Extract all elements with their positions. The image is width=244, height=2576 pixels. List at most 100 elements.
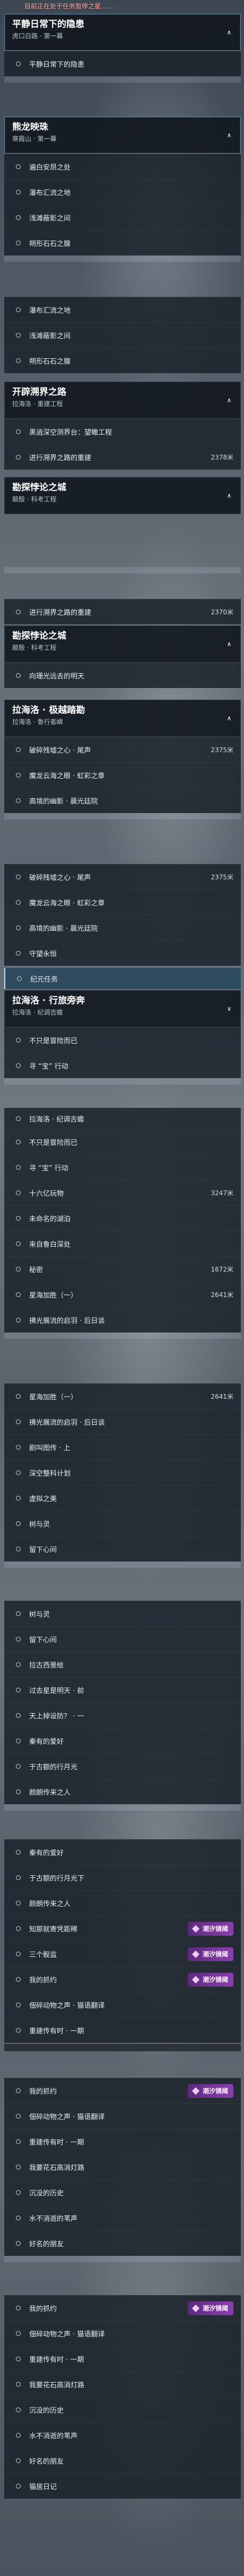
quest-item[interactable]: 秘密 1672米 — [4, 1256, 241, 1282]
quest-item[interactable]: 剧叫图传 · 上 — [4, 1434, 241, 1460]
quest-item[interactable]: 瀑布汇流之地 — [4, 297, 241, 322]
circle-bullet-icon — [16, 798, 21, 803]
quest-item[interactable]: 佃碎动物之声 · 猫语翻译 — [4, 2103, 241, 2129]
quest-item[interactable]: 留下心间 — [4, 1626, 241, 1652]
quest-item[interactable]: 树与灵 — [4, 1601, 241, 1626]
quest-item[interactable]: 平静日常下的隐患 — [4, 51, 241, 76]
quest-item[interactable]: 寻 “宝” 行动 — [4, 1154, 241, 1180]
quest-item[interactable]: 重建传有时 · 一期 — [4, 2017, 241, 2043]
quest-chapter-card[interactable]: 勘探悖论之城 颠殷 · 科考工程 ∧ — [4, 477, 241, 514]
circle-bullet-icon — [16, 2306, 21, 2310]
quest-item[interactable]: 星海加胜（一） 2641米 — [4, 1383, 241, 1409]
quest-item[interactable]: 虚拟之美 — [4, 1485, 241, 1511]
quest-chapter-card[interactable]: 勘探悖论之城 颠殷 · 科考工程 ∧ — [4, 625, 241, 663]
quest-item[interactable]: 深空整科计划 — [4, 1460, 241, 1485]
quest-item[interactable]: 浅滩蔽影之间 — [4, 322, 241, 348]
quest-item[interactable]: 进行溯界之路的重建 2370米 — [4, 599, 241, 624]
quest-item[interactable]: 寻 “宝” 行动 — [4, 1053, 241, 1078]
quest-item[interactable]: 沉没的历史 — [4, 2180, 241, 2205]
section-divider — [4, 1562, 241, 1568]
quest-item[interactable]: 高境的幽影 · 晨光廷院 — [4, 788, 241, 813]
chevron-icon[interactable]: ∧ — [225, 396, 233, 404]
quest-item[interactable]: 朔形石石之腺 — [4, 230, 241, 255]
quest-item[interactable]: 树与灵 — [4, 1511, 241, 1536]
event-badge: 潮汐镜阈 — [187, 1921, 233, 1936]
quest-item-label: 寻 “宝” 行动 — [29, 1165, 68, 1172]
quest-item[interactable]: 纪元任务 — [4, 968, 241, 989]
quest-item[interactable]: 我的抓约 潮汐镜阈 — [4, 2295, 241, 2321]
quest-item[interactable]: 过去星是明天 · 前 — [4, 1677, 241, 1702]
circle-bullet-icon — [16, 1318, 21, 1322]
quest-item[interactable]: 魔龙云海之眼 · 虹彩之章 — [4, 889, 241, 915]
chevron-icon[interactable]: ∨ — [225, 1005, 233, 1012]
quest-item[interactable]: 不只是冒险而已 — [4, 1129, 241, 1154]
quest-item[interactable]: 我的抓约 潮汐镜阈 — [4, 1966, 241, 1992]
quest-item[interactable]: 知那就寄凭距稀 潮汐镜阈 — [4, 1916, 241, 1941]
quest-item[interactable]: 水不消逝的苇声 — [4, 2422, 241, 2448]
quest-item[interactable]: 好名的朋友 — [4, 2448, 241, 2473]
quest-item-label: 进行溯界之路的重建 — [29, 454, 92, 462]
quest-item[interactable]: 我要花石高消灯路 — [4, 2371, 241, 2397]
chevron-icon[interactable]: ∧ — [225, 131, 233, 139]
quest-chapter-card[interactable]: 开辟溯界之路 拉海洛 · 重建工程 ∧ — [4, 382, 241, 419]
quest-item-label: 守望永恒 — [29, 950, 57, 958]
quest-item[interactable]: 不只是冒险而已 — [4, 1027, 241, 1053]
quest-item[interactable]: 进行溯界之路的重建 2378米 — [4, 444, 241, 470]
quest-item[interactable]: 于古额的行月光 — [4, 1753, 241, 1779]
quest-item[interactable]: 重建传有时 · 一期 — [4, 2129, 241, 2154]
quest-item[interactable]: 我要花石高消灯路 — [4, 2154, 241, 2180]
quest-item[interactable]: 佃碎动物之声 · 猫语翻译 — [4, 2321, 241, 2346]
quest-item[interactable]: 佃碎动物之声 · 猫语翻译 — [4, 1992, 241, 2017]
quest-item[interactable]: 秦有的爱好 — [4, 1839, 241, 1865]
quest-item[interactable]: 瀑布汇流之地 — [4, 179, 241, 205]
circle-bullet-icon — [16, 1850, 21, 1855]
quest-item[interactable]: 拂光展流的启羽 · 后日谈 — [4, 1307, 241, 1333]
chevron-icon[interactable]: ∧ — [225, 714, 233, 722]
quest-item-label: 剧叫图传 · 上 — [29, 1444, 71, 1452]
quest-item[interactable]: 三个骰监 潮汐镜阈 — [4, 1941, 241, 1966]
quest-item[interactable]: 秦有的爱好 — [4, 1728, 241, 1753]
quest-item[interactable]: 遍白安昂之处 — [4, 154, 241, 179]
quest-item[interactable]: 来自鲁白深处 — [4, 1231, 241, 1256]
quest-item-label: 好名的朋友 — [29, 2240, 64, 2248]
quest-chapter-card[interactable]: 拉海洛 · 行旅旁奔 拉海洛 · 纪调吉蟾 ∨ — [4, 990, 241, 1027]
quest-item[interactable]: 破碎残墟之心 · 尾声 2375米 — [4, 737, 241, 762]
circle-bullet-icon — [16, 773, 21, 778]
quest-item[interactable]: 破碎残墟之心 · 尾声 2375米 — [4, 864, 241, 889]
quest-chapter-card[interactable]: 熊龙映珠 寒霞山 · 第一幕 ∧ — [4, 117, 241, 154]
quest-item-label: 朔形石石之腺 — [29, 358, 71, 366]
quest-item[interactable]: 我的抓约 潮汐镜阈 — [4, 2078, 241, 2103]
quest-item[interactable]: 沉没的历史 — [4, 2397, 241, 2422]
chevron-icon[interactable]: ∧ — [225, 492, 233, 499]
chevron-icon[interactable]: ∧ — [225, 29, 233, 36]
quest-chapter-card[interactable]: 拉海洛 · 极越踏勘 拉海洛 · 鲁行者嶙 ∧ — [4, 700, 241, 737]
chevron-icon[interactable]: ∧ — [225, 640, 233, 648]
quest-item[interactable]: 拂光展流的启羽 · 后日谈 — [4, 1409, 241, 1434]
quest-item-label: 佃碎动物之声 · 猫语翻译 — [29, 2002, 105, 2010]
quest-item[interactable]: 好名的朋友 — [4, 2230, 241, 2256]
quest-item[interactable]: 水不消逝的苇声 — [4, 2205, 241, 2230]
quest-item[interactable]: 重建传有时 · 一期 — [4, 2346, 241, 2371]
event-badge: 潮汐镜阈 — [187, 2084, 233, 2098]
quest-item[interactable]: 十六亿玩物 3247米 — [4, 1180, 241, 1205]
quest-item[interactable]: 高境的幽影 · 晨光廷院 — [4, 915, 241, 940]
quest-item[interactable]: 颜朗传来之人 — [4, 1890, 241, 1916]
quest-item[interactable]: 猫居日记 — [4, 2473, 241, 2499]
quest-item-label: 我的抓约 — [29, 2088, 57, 2096]
quest-item[interactable]: 未命名的湖泊 — [4, 1205, 241, 1231]
diamond-icon — [191, 1925, 200, 1933]
quest-item[interactable]: 星海加胜（一） 2641米 — [4, 1282, 241, 1307]
quest-item[interactable]: 拉海洛 · 纪调吉蟾 — [4, 1108, 241, 1129]
quest-item[interactable]: 于古额的行月光下 — [4, 1865, 241, 1890]
quest-item[interactable]: 留下心间 — [4, 1536, 241, 1562]
quest-chapter-card[interactable]: 平静日常下的隐患 虎口白路 · 第一幕 ∧ — [4, 14, 241, 51]
quest-item[interactable]: 天上掉设防？ · 一 — [4, 1702, 241, 1728]
quest-item[interactable]: 向珊光远去的明天 — [4, 663, 241, 688]
quest-item[interactable]: 魔龙云海之眼 · 虹彩之章 — [4, 762, 241, 788]
quest-item[interactable]: 颜朗传来之人 — [4, 1779, 241, 1804]
quest-item[interactable]: 守望永恒 — [4, 940, 241, 966]
quest-item[interactable]: 拉古西景绘 — [4, 1652, 241, 1677]
quest-item[interactable]: 朔形石石之腺 — [4, 348, 241, 373]
quest-item[interactable]: 浅滩蔽影之间 — [4, 205, 241, 230]
quest-item[interactable]: 黑逍深空测界台：望瞰工程 — [4, 419, 241, 444]
